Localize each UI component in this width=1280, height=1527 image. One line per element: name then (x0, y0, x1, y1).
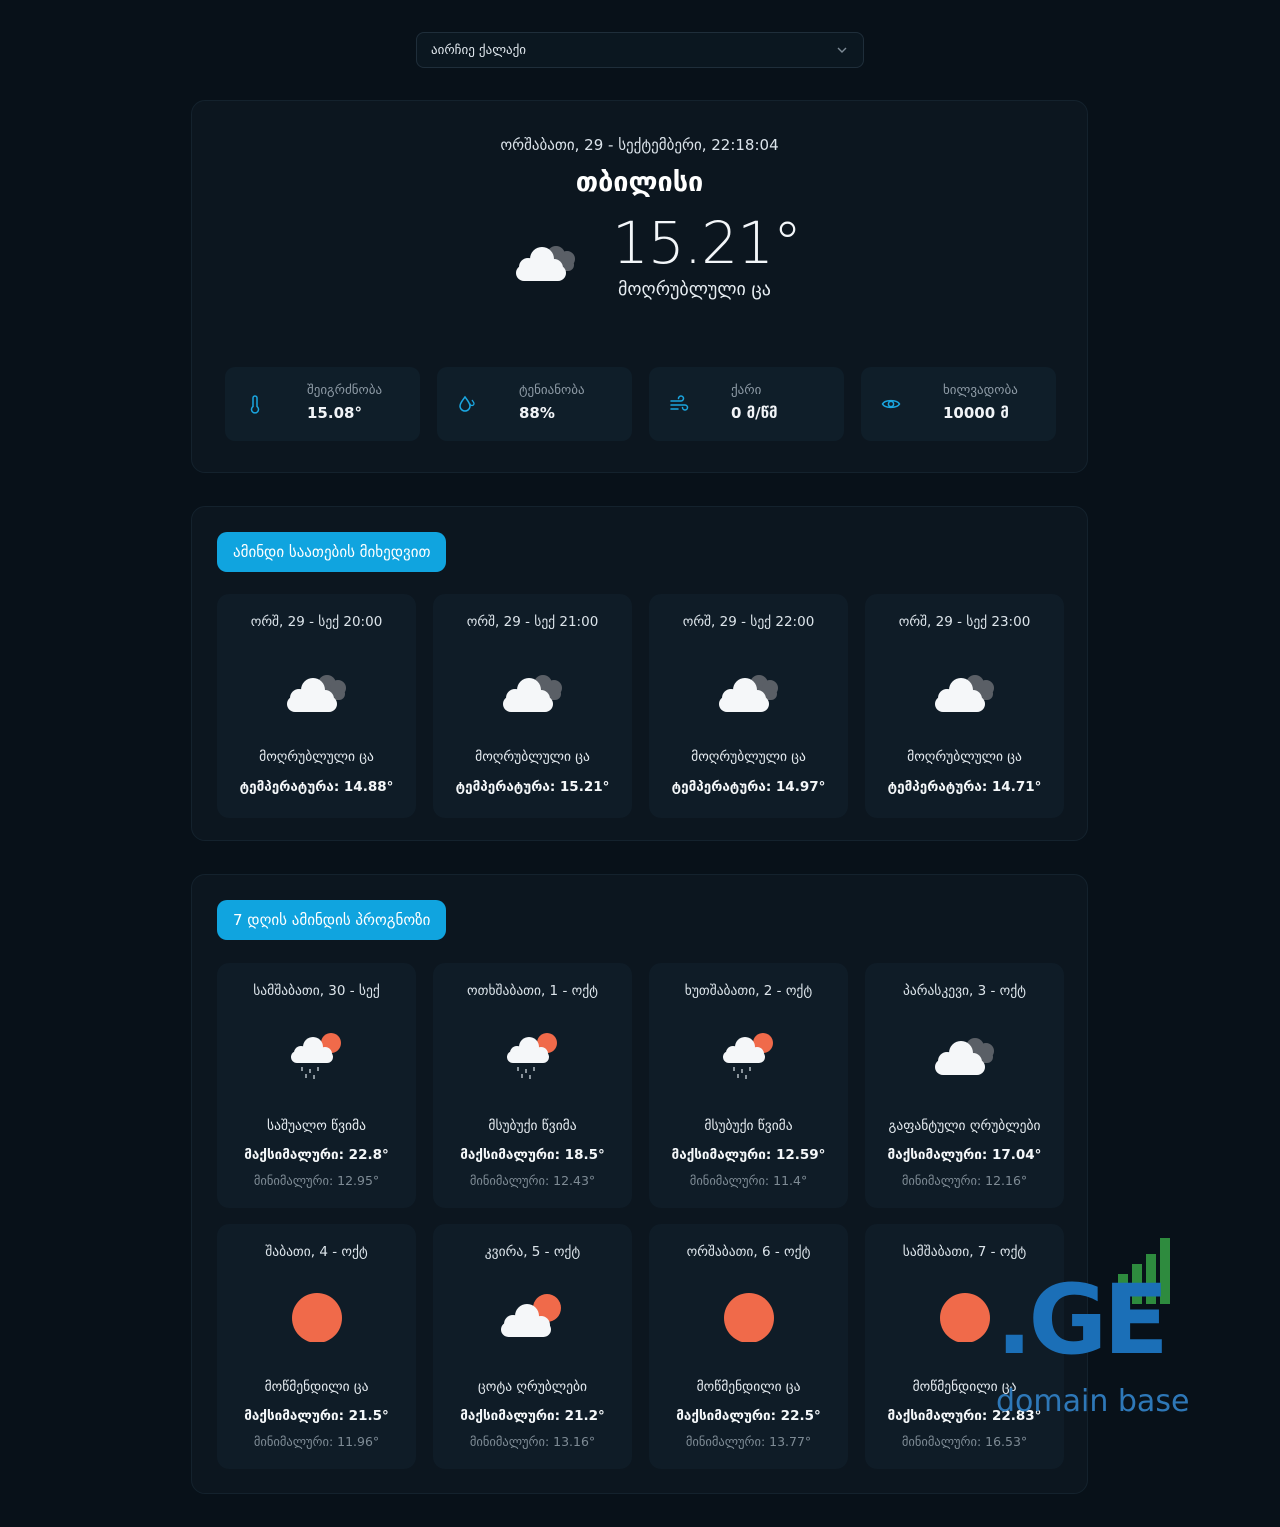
sun-icon (940, 1293, 990, 1342)
stat-humidity: ტენიანობა 88% (437, 367, 632, 441)
hourly-time: ორშ, 29 - სექ 21:00 (466, 614, 599, 630)
watermark-subtitle: domain base (996, 1384, 1190, 1419)
daily-min: მინიმალური: 16.53° (901, 1434, 1028, 1449)
current-description: მოღრუბლული ცა (618, 279, 771, 300)
stat-value: 0 მ/წმ (731, 404, 778, 422)
daily-forecast-panel: 7 დღის ამინდის პროგნოზი სამშაბათი, 30 - … (191, 874, 1088, 1494)
current-datetime: ორშაბათი, 29 - სექტემბერი, 22:18:04 (500, 136, 779, 154)
daily-min: მინიმალური: 12.43° (469, 1173, 596, 1188)
daily-max: მაქსიმალური: 18.5° (460, 1147, 605, 1163)
daily-card: პარასკევი, 3 - ოქტ გაფანტული ღრუბლები მა… (865, 963, 1064, 1208)
daily-min: მინიმალური: 13.77° (685, 1434, 812, 1449)
hourly-description: მოღრუბლული ცა (691, 749, 806, 765)
daily-max: მაქსიმალური: 21.5° (244, 1408, 389, 1424)
city-select-placeholder: აირჩიე ქალაქი (431, 42, 527, 58)
daily-min: მინიმალური: 11.96° (253, 1434, 380, 1449)
stat-visibility: ხილვადობა 10000 მ (861, 367, 1056, 441)
daily-card: ოთხშაბათი, 1 - ოქტ მსუბუქი წვიმა მაქსიმა… (433, 963, 632, 1208)
clouds-icon (287, 675, 346, 712)
hourly-temperature: ტემპერატურა: 14.88° (239, 779, 394, 795)
eye-icon (881, 399, 901, 409)
daily-day: კვირა, 5 - ოქტ (484, 1244, 581, 1260)
stat-label: ქარი (731, 383, 762, 398)
current-temperature: 15.21° (612, 209, 802, 277)
stat-wind: ქარი 0 მ/წმ (649, 367, 844, 441)
daily-day: სამშაბათი, 30 - სექ (253, 983, 380, 999)
hourly-card: ორშ, 29 - სექ 22:00 მოღრუბლული ცა ტემპერ… (649, 594, 848, 818)
daily-min: მინიმალური: 12.95° (253, 1173, 380, 1188)
daily-description: მსუბუქი წვიმა (488, 1118, 577, 1134)
daily-day: ორშაბათი, 6 - ოქტ (686, 1244, 811, 1260)
hourly-time: ორშ, 29 - სექ 20:00 (250, 614, 383, 630)
daily-max: მაქსიმალური: 17.04° (887, 1147, 1042, 1163)
daily-day: შაბათი, 4 - ოქტ (265, 1244, 368, 1260)
clouds-icon (719, 675, 778, 712)
daily-card: ორშაბათი, 6 - ოქტ მოწმენდილი ცა მაქსიმალ… (649, 1224, 848, 1469)
daily-description: საშუალო წვიმა (267, 1118, 366, 1134)
wind-icon (670, 395, 689, 411)
daily-card: ხუთშაბათი, 2 - ოქტ მსუბუქი წვიმა მაქსიმა… (649, 963, 848, 1208)
daily-card: სამშაბათი, 30 - სექ საშუალო წვიმა მაქსიმ… (217, 963, 416, 1208)
stat-value: 15.08° (307, 404, 362, 422)
stat-label: ხილვადობა (943, 383, 1018, 398)
daily-day: პარასკევი, 3 - ოქტ (902, 983, 1026, 999)
city-select[interactable]: აირჩიე ქალაქი (416, 32, 864, 68)
clouds-icon (516, 246, 575, 281)
clouds-icon (503, 675, 562, 712)
daily-description: მოწმენდილი ცა (696, 1379, 801, 1395)
hourly-description: მოღრუბლული ცა (259, 749, 374, 765)
chevron-down-icon (837, 47, 847, 53)
hourly-card: ორშ, 29 - სექ 21:00 მოღრუბლული ცა ტემპერ… (433, 594, 632, 818)
clouds-icon (935, 1038, 994, 1075)
daily-min: მინიმალური: 13.16° (469, 1434, 596, 1449)
hourly-time: ორშ, 29 - სექ 22:00 (682, 614, 815, 630)
hourly-description: მოღრუბლული ცა (475, 749, 590, 765)
daily-max: მაქსიმალური: 22.5° (676, 1408, 821, 1424)
humidity-icon (459, 395, 475, 412)
hourly-time: ორშ, 29 - სექ 23:00 (898, 614, 1031, 630)
daily-min: მინიმალური: 11.4° (689, 1173, 808, 1188)
daily-max: მაქსიმალური: 21.2° (460, 1408, 605, 1424)
thermometer-icon (250, 395, 260, 414)
hourly-temperature: ტემპერატურა: 14.97° (671, 779, 826, 795)
daily-min: მინიმალური: 12.16° (901, 1173, 1028, 1188)
sun-icon (724, 1293, 774, 1342)
stat-label: ტენიანობა (519, 383, 585, 398)
ge-domain-base-watermark: .GE domain base (996, 1234, 1196, 1424)
hourly-description: მოღრუბლული ცა (907, 749, 1022, 765)
stat-label: შეიგრძნობა (307, 383, 383, 398)
rain-sun-icon (291, 1033, 341, 1079)
hourly-temperature: ტემპერატურა: 14.71° (887, 779, 1042, 795)
daily-max: მაქსიმალური: 22.8° (244, 1147, 389, 1163)
sun-cloud-icon (501, 1294, 561, 1337)
daily-section-title: 7 დღის ამინდის პროგნოზი (217, 900, 447, 940)
daily-card: შაბათი, 4 - ოქტ მოწმენდილი ცა მაქსიმალურ… (217, 1224, 416, 1469)
stat-value: 10000 მ (943, 404, 1009, 422)
daily-description: მოწმენდილი ცა (264, 1379, 369, 1395)
daily-card: კვირა, 5 - ოქტ ცოტა ღრუბლები მაქსიმალური… (433, 1224, 632, 1469)
current-city: თბილისი (575, 167, 704, 198)
stat-value: 88% (519, 404, 555, 422)
daily-day: ოთხშაბათი, 1 - ოქტ (467, 983, 598, 999)
hourly-section-title: ამინდი საათების მიხედვით (217, 532, 447, 572)
rain-sun-icon (507, 1033, 557, 1079)
daily-description: გაფანტული ღრუბლები (888, 1118, 1041, 1134)
daily-max: მაქსიმალური: 12.59° (671, 1147, 826, 1163)
hourly-card: ორშ, 29 - სექ 23:00 მოღრუბლული ცა ტემპერ… (865, 594, 1064, 818)
hourly-temperature: ტემპერატურა: 15.21° (455, 779, 610, 795)
clouds-icon (935, 675, 994, 712)
daily-day: ხუთშაბათი, 2 - ოქტ (684, 983, 813, 999)
watermark-brand: .GE (996, 1264, 1169, 1376)
rain-sun-icon (723, 1033, 773, 1079)
sun-icon (292, 1293, 342, 1342)
stat-feels-like: შეიგრძნობა 15.08° (225, 367, 420, 441)
hourly-forecast-panel: ამინდი საათების მიხედვით ორშ, 29 - სექ 2… (191, 506, 1088, 841)
daily-description: მსუბუქი წვიმა (704, 1118, 793, 1134)
hourly-card: ორშ, 29 - სექ 20:00 მოღრუბლული ცა ტემპერ… (217, 594, 416, 818)
daily-description: ცოტა ღრუბლები (478, 1379, 587, 1395)
current-weather-panel: ორშაბათი, 29 - სექტემბერი, 22:18:04 თბილ… (191, 100, 1088, 473)
